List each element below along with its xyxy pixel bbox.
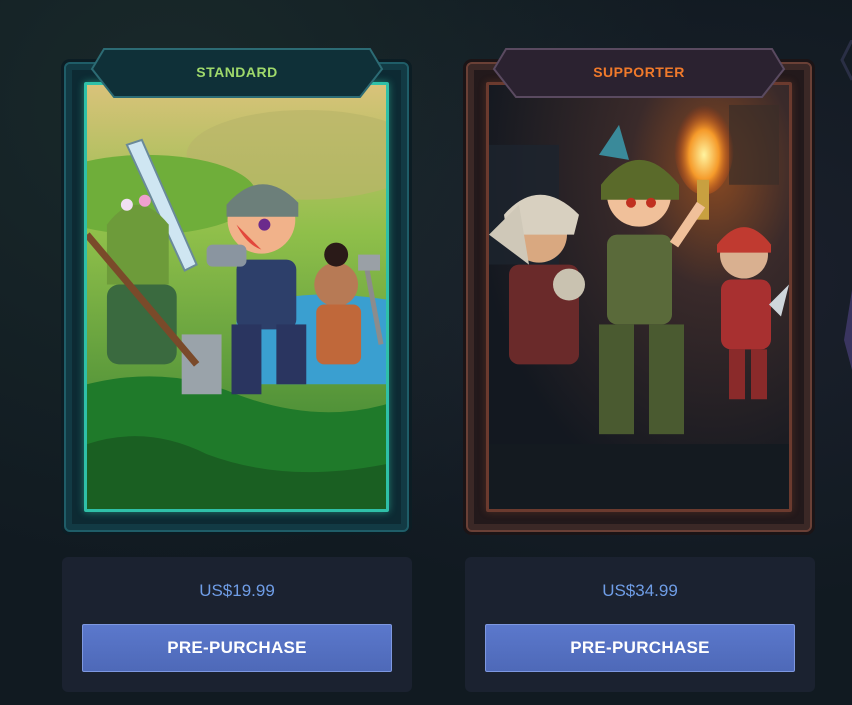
standard-price: US$19.99 bbox=[199, 581, 275, 600]
standard-edition-title-tab: STANDARD bbox=[90, 47, 384, 99]
supporter-edition-title: SUPPORTER bbox=[593, 64, 685, 80]
standard-price-panel: US$19.99 PRE-PURCHASE bbox=[62, 557, 412, 692]
standard-edition-card[interactable] bbox=[64, 62, 409, 532]
next-card-edge bbox=[840, 40, 852, 370]
standard-edition-artwork bbox=[84, 82, 389, 512]
supporter-edition-artwork bbox=[486, 82, 792, 512]
supporter-price: US$34.99 bbox=[602, 581, 678, 600]
supporter-edition-title-tab: SUPPORTER bbox=[492, 47, 786, 99]
supporter-price-panel: US$34.99 PRE-PURCHASE bbox=[465, 557, 815, 692]
supporter-pre-purchase-button[interactable]: PRE-PURCHASE bbox=[485, 624, 795, 672]
supporter-edition-card[interactable] bbox=[466, 62, 812, 532]
standard-pre-purchase-button[interactable]: PRE-PURCHASE bbox=[82, 624, 392, 672]
standard-edition-title: STANDARD bbox=[196, 64, 278, 80]
